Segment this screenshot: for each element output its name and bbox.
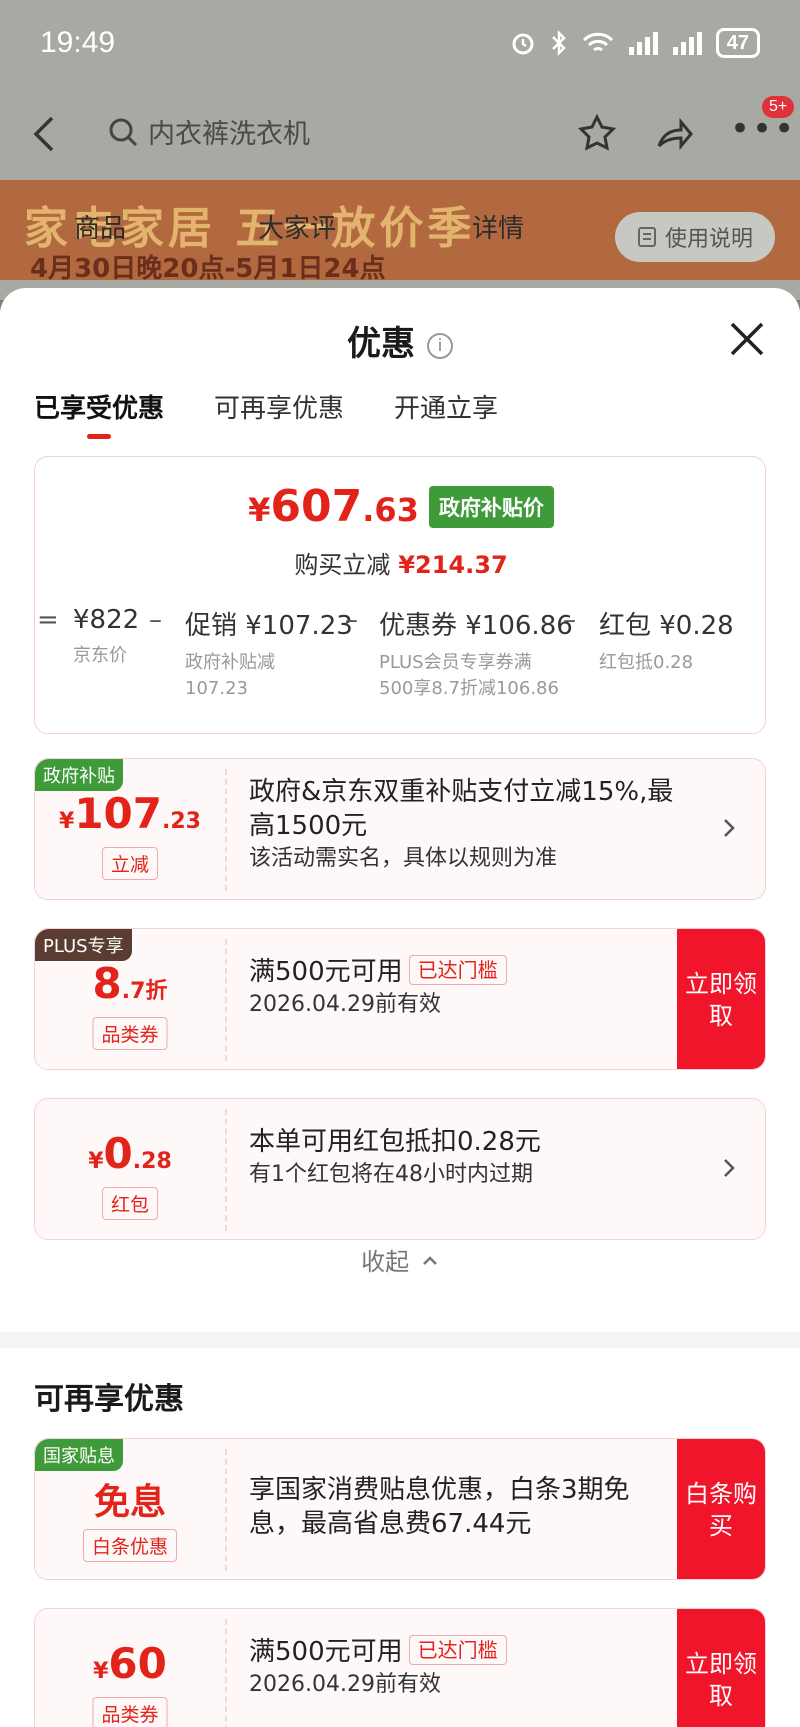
tab-reviews[interactable]: 大家评: [258, 208, 336, 245]
coupon-plus-exclusive: PLUS专享 8.7折 品类券 满500元可用 已达门槛 2026.04.29前有…: [34, 928, 766, 1070]
close-icon[interactable]: [726, 318, 768, 360]
final-price-dec: .63: [362, 491, 419, 529]
tab-enjoyed-discounts[interactable]: 已享受优惠: [34, 388, 164, 439]
notification-badge: 5+: [762, 96, 795, 118]
coupon-value: 8.7折: [92, 959, 168, 1008]
document-icon: [637, 227, 656, 247]
sheet-title: 优惠 i: [0, 316, 800, 365]
coupon-category-60: ¥60 品类券 满500元可用 已达门槛 2026.04.29前有效 立即领取: [34, 1608, 766, 1727]
collapse-button[interactable]: 收起: [0, 1242, 800, 1277]
coupon-type-label: 品类券: [92, 1017, 168, 1050]
threshold-met-badge: 已达门槛: [408, 1635, 507, 1665]
battery-indicator: 47: [715, 28, 760, 58]
signal-icon: [628, 32, 658, 55]
status-icons: 47: [510, 28, 760, 58]
search-icon: [109, 118, 138, 146]
coupon-divider: [225, 1619, 227, 1727]
coupon-interest-free: 国家贴息 免息 白条优惠 享国家消费贴息优惠，白条3期免息，最高省息费67.44…: [34, 1438, 766, 1580]
coupon-gov-subsidy[interactable]: 政府补贴 ¥107.23 立减 政府&京东双重补贴支付立减15%,最高1500元…: [34, 758, 766, 900]
coupon-condition: 满500元可用: [249, 957, 403, 987]
coupon-type-label: 白条优惠: [82, 1529, 178, 1562]
price-summary-card: ¥607.63 政府补贴价 购买立减 ¥214.37 = ¥822 京东价 – 促…: [34, 456, 766, 734]
coupon-divider: [225, 1449, 227, 1571]
breakdown-op: –: [345, 605, 358, 635]
coupon-value: ¥107.23: [59, 789, 201, 838]
collapse-label: 收起: [361, 1248, 410, 1276]
promo-banner-date: 4月30日晚20点-5月1日24点: [30, 254, 386, 284]
status-bar: 19:49 47: [0, 0, 800, 90]
coupon-expiry: 2026.04.29前有效: [249, 992, 441, 1017]
top-nav: 内衣裤洗衣机 ••• 5+: [0, 96, 800, 170]
coupon-condition: 满500元可用: [249, 1637, 403, 1667]
coupon-value: ¥60: [93, 1639, 167, 1688]
price-breakdown: = ¥822 京东价 – 促销 ¥107.23 政府补贴减 107.23 – 优惠…: [35, 597, 765, 727]
claim-coupon-button[interactable]: 立即领取: [677, 1609, 765, 1727]
share-icon[interactable]: [655, 114, 693, 152]
background-page: 家电家居 五一放价季 4月30日晚20点-5月1日24点 19:49 47 内衣…: [0, 0, 800, 300]
wifi-icon: [582, 32, 613, 52]
signal-icon-2: [672, 32, 702, 55]
coupon-type-label: 品类券: [92, 1697, 168, 1727]
favorite-star-icon[interactable]: [578, 114, 616, 152]
info-icon[interactable]: i: [427, 333, 453, 359]
breakdown-item-promotion: 促销 ¥107.23 政府补贴减 107.23: [185, 611, 353, 699]
coupon-note: 有1个红包将在48小时内过期: [249, 1162, 533, 1187]
baitiao-buy-button[interactable]: 白条购买: [677, 1439, 765, 1579]
coupon-value: ¥0.28: [88, 1129, 172, 1178]
bluetooth-icon: [551, 30, 566, 56]
discount-tabs: 已享受优惠 可再享优惠 开通立享: [34, 388, 498, 439]
chevron-up-icon: [422, 1256, 437, 1265]
coupon-tag: 国家贴息: [35, 1439, 123, 1471]
coupon-description: 本单可用红包抵扣0.28元: [249, 1127, 541, 1157]
instant-discount: 购买立减 ¥214.37: [35, 545, 765, 580]
coupon-type-label: 立减: [101, 847, 159, 880]
instant-discount-amount: ¥214.37: [398, 551, 508, 579]
coupon-divider: [225, 1109, 227, 1231]
final-price-int: 607: [270, 481, 363, 532]
coupon-value: 免息: [93, 1482, 166, 1523]
tab-product[interactable]: 商品: [74, 208, 126, 245]
status-time: 19:49: [40, 26, 116, 59]
chevron-right-icon[interactable]: [719, 815, 739, 841]
threshold-met-badge: 已达门槛: [408, 955, 507, 985]
usage-label: 使用说明: [664, 227, 753, 252]
final-price: ¥607.63: [248, 481, 419, 532]
gov-subsidy-price-tag: 政府补贴价: [428, 485, 554, 528]
tab-details[interactable]: 详情: [472, 208, 524, 245]
chevron-right-icon[interactable]: [719, 1155, 739, 1181]
search-placeholder: 内衣裤洗衣机: [148, 119, 310, 150]
breakdown-item-red-packet: 红包 ¥0.28 红包抵0.28: [599, 611, 734, 673]
search-box[interactable]: 内衣裤洗衣机: [108, 112, 310, 151]
usage-instructions-button[interactable]: 使用说明: [615, 212, 775, 262]
coupon-description: 政府&京东双重补贴支付立减15%,最高1500元: [249, 777, 674, 841]
tab-activate-discounts[interactable]: 开通立享: [394, 388, 498, 439]
coupon-red-packet[interactable]: ¥0.28 红包 本单可用红包抵扣0.28元 有1个红包将在48小时内过期: [34, 1098, 766, 1240]
coupon-type-label: 红包: [101, 1187, 159, 1220]
more-menu-icon[interactable]: •••: [730, 112, 796, 146]
breakdown-item-jd-price: ¥822 京东价: [73, 605, 140, 666]
breakdown-op: –: [563, 605, 576, 635]
alarm-icon: [512, 33, 534, 55]
coupon-note: 该活动需实名，具体以规则为准: [249, 846, 558, 871]
tab-more-discounts[interactable]: 可再享优惠: [214, 388, 344, 439]
coupon-divider: [225, 769, 227, 891]
section-title-more-discounts: 可再享优惠: [34, 1382, 184, 1417]
discount-sheet: 优惠 i 已享受优惠 可再享优惠 开通立享 ¥607.63 政府补贴价 购买立减 ¥…: [0, 288, 800, 1727]
sheet-title-text: 优惠: [347, 324, 415, 364]
coupon-expiry: 2026.04.29前有效: [249, 1672, 441, 1697]
section-separator: [0, 1332, 800, 1348]
instant-discount-label: 购买立减: [294, 551, 391, 579]
breakdown-op: –: [149, 605, 162, 635]
back-arrow-icon[interactable]: [30, 114, 60, 154]
breakdown-op: =: [37, 605, 59, 635]
coupon-description: 享国家消费贴息优惠，白条3期免息，最高省息费67.44元: [249, 1475, 630, 1539]
coupon-tag: 政府补贴: [35, 759, 123, 791]
breakdown-item-coupon: 优惠券 ¥106.86 PLUS会员专享券满 500享8.7折减106.86: [379, 611, 573, 699]
coupon-divider: [225, 939, 227, 1061]
claim-coupon-button[interactable]: 立即领取: [677, 929, 765, 1069]
coupon-tag: PLUS专享: [35, 929, 132, 961]
